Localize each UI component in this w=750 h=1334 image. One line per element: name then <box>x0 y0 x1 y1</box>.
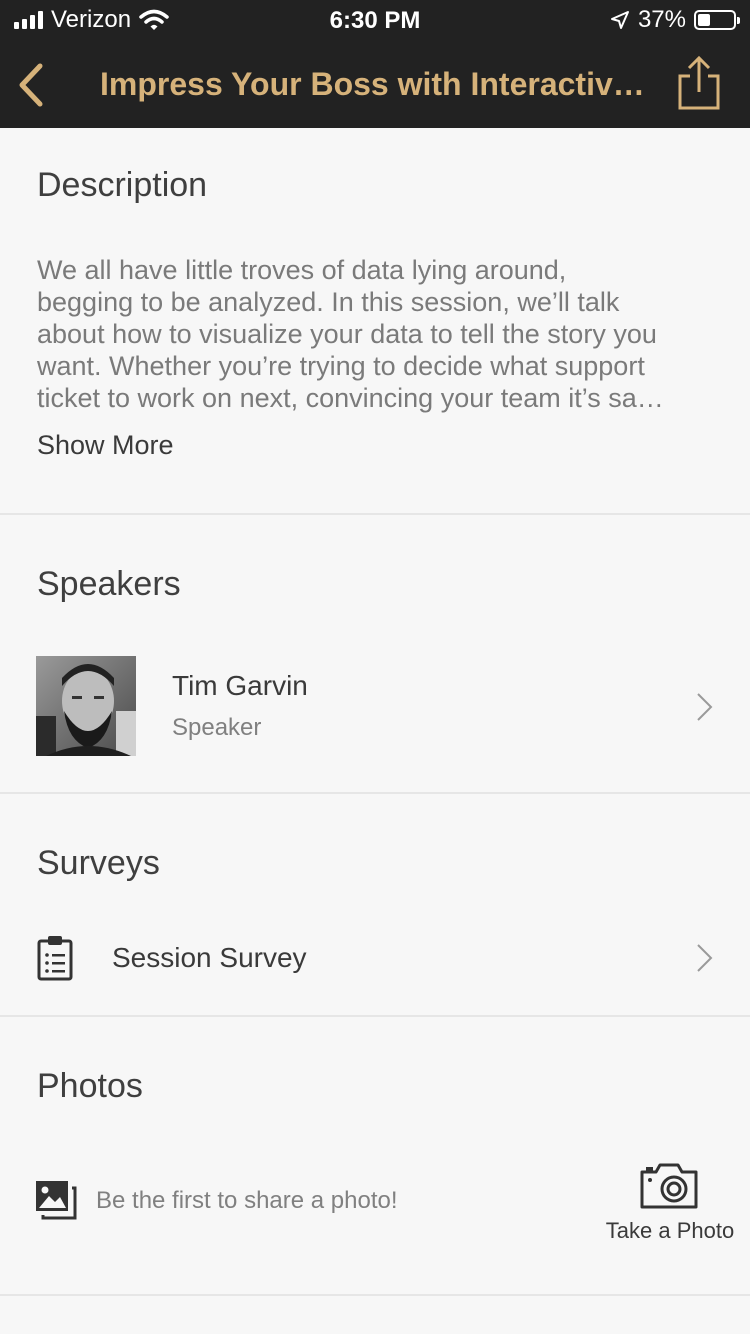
photos-heading: Photos <box>37 1067 143 1105</box>
battery-icon <box>694 10 740 30</box>
take-photo-button[interactable]: Take a Photo <box>600 1160 740 1250</box>
description-line: want. Whether you’re trying to decide wh… <box>37 351 645 381</box>
battery-percent: 37% <box>637 6 686 33</box>
description-heading: Description <box>37 166 208 204</box>
camera-icon <box>640 1163 698 1209</box>
speakers-heading: Speakers <box>37 565 181 603</box>
speaker-row[interactable]: Tim Garvin Speaker <box>0 640 750 770</box>
avatar <box>36 656 136 756</box>
description-line: about how to visualize your data to tell… <box>37 319 657 349</box>
back-button[interactable] <box>14 60 54 110</box>
status-bar: Verizon 6:30 PM 37% <box>0 0 750 40</box>
surveys-heading: Surveys <box>37 844 160 882</box>
section-divider <box>0 1015 750 1017</box>
page-title: Impress Your Boss with Interactive Data … <box>100 66 645 102</box>
status-right: 37% <box>610 6 740 34</box>
survey-row[interactable]: Session Survey <box>0 920 750 1000</box>
photos-empty-text: Be the first to share a photo! <box>96 1187 398 1214</box>
section-divider <box>0 513 750 515</box>
chevron-left-icon <box>19 63 43 107</box>
section-divider <box>0 1294 750 1296</box>
chevron-right-icon <box>697 944 713 972</box>
speaker-role: Speaker <box>172 714 262 741</box>
speaker-name: Tim Garvin <box>172 670 308 701</box>
section-divider <box>0 792 750 794</box>
description-line: ticket to work on next, convincing your … <box>37 383 664 413</box>
description-text: We all have little troves of data lying … <box>37 254 727 414</box>
take-photo-label: Take a Photo <box>605 1218 735 1243</box>
description-line: We all have little troves of data lying … <box>37 255 567 285</box>
location-arrow-icon <box>610 11 629 29</box>
description-line: begging to be analyzed. In this session,… <box>37 287 620 317</box>
clipboard-icon <box>37 936 73 981</box>
survey-label: Session Survey <box>112 942 307 973</box>
chevron-right-icon <box>697 693 713 721</box>
photos-icon <box>36 1181 77 1220</box>
share-icon <box>678 55 720 110</box>
share-button[interactable] <box>676 55 722 112</box>
app-header: Verizon 6:30 PM 37% Impress Your Boss wi… <box>0 0 750 128</box>
show-more-button[interactable]: Show More <box>37 430 174 461</box>
